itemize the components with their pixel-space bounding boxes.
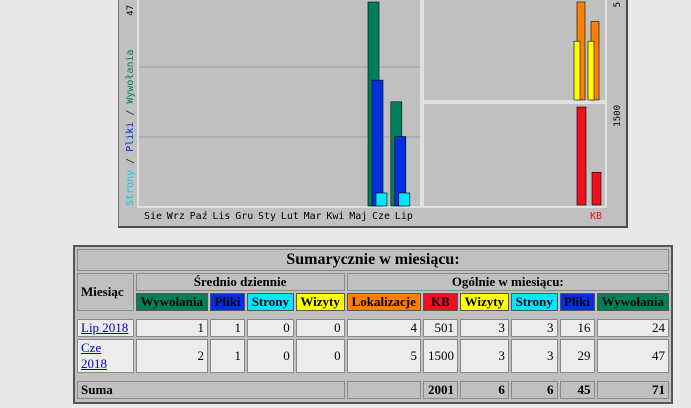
month-axis-labels: Sie Wrz Paź Lis Gru Sty Lut Mar Kwi Maj Cze Lip <box>144 210 413 222</box>
bar-wizyty <box>587 40 595 101</box>
daily-average-header: Średnio dziennie <box>135 273 345 291</box>
summary-title: Sumarycznie w miesiącu: <box>77 249 669 271</box>
month-link[interactable]: Lip 2018 <box>81 320 128 335</box>
bar-wizyty <box>573 40 581 101</box>
month-tick-label: Gru <box>235 211 253 222</box>
daily-col-pliki: Pliki <box>210 293 246 311</box>
bar-kb <box>591 171 602 206</box>
month-tick-label: Maj <box>349 211 367 222</box>
monthly-usage-chart: Strony / Pliki / Wywołania 47 Sie Wrz Paź L… <box>118 0 628 228</box>
bar-strony <box>375 192 388 207</box>
svg-text:Strony / Pliki / Wywołania: Strony / Pliki / Wywołania <box>125 49 136 206</box>
table-cell: 3 <box>510 319 558 337</box>
table-cell: 1 <box>210 319 246 337</box>
monthly-col-wizyty: Wizyty <box>459 293 509 311</box>
kb-axis-label: KB <box>590 211 602 222</box>
monthly-col-strony: Strony <box>510 293 558 311</box>
table-cell: 0 <box>295 319 345 337</box>
table-cell: 1 <box>210 339 246 373</box>
monthly-col-wywolania: Wywołania <box>596 293 669 311</box>
right-top-axis-max: 5 <box>613 2 623 7</box>
table-cell: 2 <box>135 339 209 373</box>
table-cell: 0 <box>247 339 294 373</box>
table-cell: 1 <box>135 319 209 337</box>
total-cell: 6 <box>510 381 558 399</box>
daily-col-wywolania: Wywołania <box>135 293 209 311</box>
month-tick-label: Paź <box>190 210 208 222</box>
month-tick-label: Sie <box>144 211 162 222</box>
total-cell: 71 <box>596 381 669 399</box>
table-cell: 501 <box>422 319 458 337</box>
bar-kb <box>576 106 587 206</box>
monthly-summary-panel: Sumarycznie w miesiącu: Miesiąc Średnio … <box>73 245 673 404</box>
table-cell: 24 <box>596 319 669 337</box>
month-link[interactable]: Cze 2018 <box>81 340 107 371</box>
month-link-cell: Lip 2018 <box>77 319 134 337</box>
total-spacer <box>346 381 421 399</box>
table-cell: 4 <box>346 319 421 337</box>
table-cell: 5 <box>346 339 421 373</box>
monthly-col-lokalizacje: Lokalizacje <box>346 293 421 311</box>
chart-canvas: Strony / Pliki / Wywołania 47 Sie Wrz Paź L… <box>125 0 623 222</box>
month-tick-label: Sty <box>258 211 276 222</box>
month-tick-label: Wrz <box>167 211 185 222</box>
daily-col-strony: Strony <box>247 293 294 311</box>
monthly-col-pliki: Pliki <box>559 293 595 311</box>
month-tick-label: Lis <box>212 211 230 222</box>
right-bottom-axis-max: 1500 <box>613 105 623 127</box>
total-cell: 45 <box>559 381 595 399</box>
left-axis-label: Strony / Pliki / Wywołania <box>125 49 136 206</box>
monthly-col-kb: KB <box>422 293 458 311</box>
month-tick-label: Lut <box>281 211 299 222</box>
table-cell: 16 <box>559 319 595 337</box>
table-row: Lip 2018 1 1 0 0 4 501 3 3 16 24 <box>77 319 669 337</box>
total-label: Suma <box>77 381 345 399</box>
month-tick-label: Mar <box>304 211 322 222</box>
monthly-summary-table: Sumarycznie w miesiącu: Miesiąc Średnio … <box>75 247 671 401</box>
month-tick-label: Lip <box>395 211 413 222</box>
total-cell: 6 <box>459 381 509 399</box>
table-cell: 0 <box>295 339 345 373</box>
month-column-header: Miesiąc <box>77 273 134 311</box>
table-row: Cze 2018 2 1 0 0 5 1500 3 3 29 47 <box>77 339 669 373</box>
table-cell: 1500 <box>422 339 458 373</box>
table-cell: 3 <box>459 319 509 337</box>
month-tick-label: Kwi <box>326 211 344 222</box>
month-tick-label: Cze <box>372 211 390 222</box>
table-cell: 47 <box>596 339 669 373</box>
total-row: Suma 2001 6 6 45 71 <box>77 381 669 399</box>
table-cell: 3 <box>459 339 509 373</box>
left-axis-max: 47 <box>126 5 136 16</box>
table-cell: 29 <box>559 339 595 373</box>
table-cell: 3 <box>510 339 558 373</box>
total-cell: 2001 <box>422 381 458 399</box>
month-link-cell: Cze 2018 <box>77 339 134 373</box>
daily-col-wizyty: Wizyty <box>295 293 345 311</box>
bar-strony <box>398 192 411 207</box>
axis-label-pliki: Pliki <box>125 122 136 152</box>
table-cell: 0 <box>247 319 294 337</box>
monthly-total-header: Ogólnie w miesiącu: <box>346 273 669 291</box>
axis-label-strony: Strony <box>125 170 136 206</box>
bar-pliki <box>371 79 384 207</box>
axis-label-wywolania: Wywołania <box>125 49 136 103</box>
